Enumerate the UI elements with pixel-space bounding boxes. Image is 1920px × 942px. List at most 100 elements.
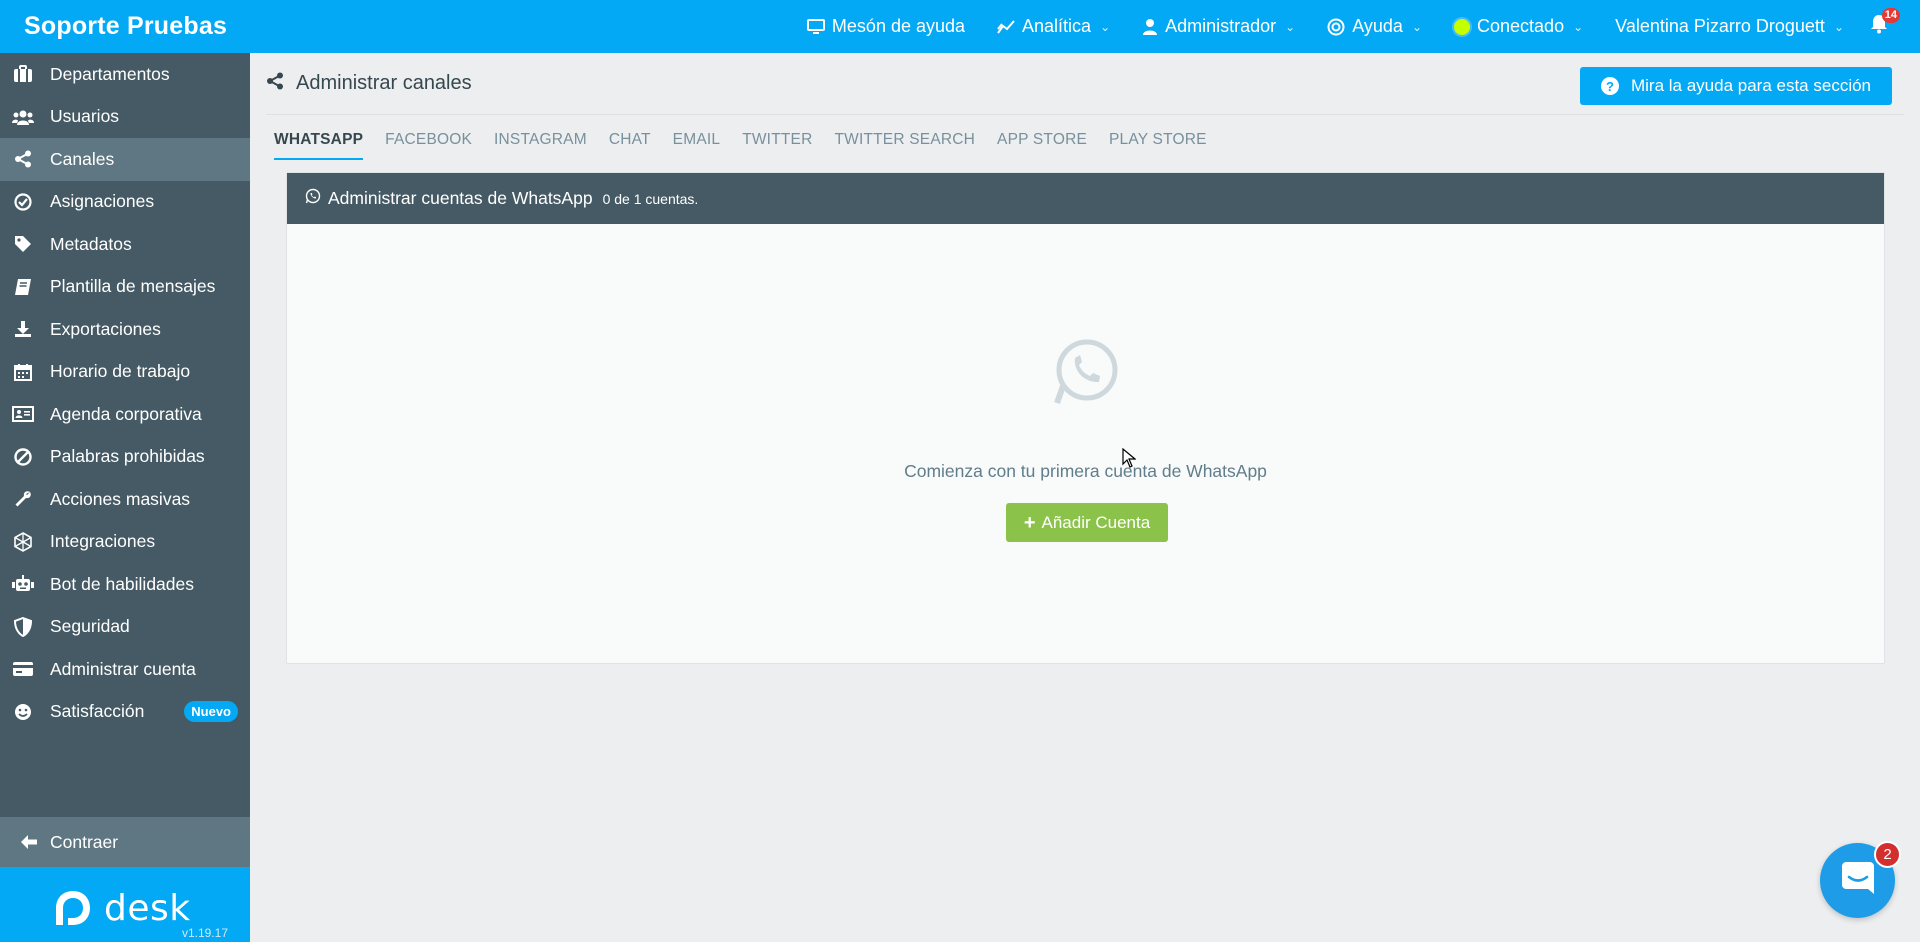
nav-admin-label: Administrador xyxy=(1165,16,1277,36)
nav-user-label: Valentina Pizarro Droguett xyxy=(1615,16,1825,36)
plus-icon: + xyxy=(1023,511,1036,534)
top-nav: Mesón de ayuda Analítica ⌄ Administrador… xyxy=(791,0,1920,53)
sidebar-item-label: Asignaciones xyxy=(50,191,155,212)
chevron-down-icon: ⌄ xyxy=(1100,19,1111,34)
sidebar-item-integraciones[interactable]: Integraciones xyxy=(0,521,250,564)
ban-icon xyxy=(12,446,34,468)
smile-icon xyxy=(12,701,34,723)
add-account-button[interactable]: + Añadir Cuenta xyxy=(1006,503,1168,542)
panel-title: Administrar cuentas de WhatsApp xyxy=(328,188,593,208)
sidebar-item-palabras[interactable]: Palabras prohibidas xyxy=(0,436,250,479)
desk-logo-icon xyxy=(56,891,90,925)
sidebar-item-label: Agenda corporativa xyxy=(50,403,202,424)
section-help-label: Mira la ayuda para esta sección xyxy=(1630,76,1872,95)
brand-title[interactable]: Soporte Pruebas xyxy=(0,12,250,41)
briefcase-icon xyxy=(12,63,34,85)
download-icon xyxy=(12,318,34,340)
sidebar-footer: desk v1.19.17 xyxy=(0,867,250,942)
sidebar-item-usuarios[interactable]: Usuarios xyxy=(0,96,250,139)
tab-chat[interactable]: CHAT xyxy=(598,131,662,160)
credit-card-icon xyxy=(12,658,34,680)
accounts-count: 0 de 1 cuentas. xyxy=(602,190,699,207)
network-icon xyxy=(12,531,34,553)
whatsapp-icon xyxy=(305,188,321,209)
top-bar: Soporte Pruebas Mesón de ayuda Analítica… xyxy=(0,0,1920,53)
life-ring-icon xyxy=(1327,18,1345,36)
sidebar-item-label: Seguridad xyxy=(50,616,130,637)
tab-email[interactable]: EMAIL xyxy=(662,131,732,160)
nav-help-label: Ayuda xyxy=(1352,16,1403,36)
add-account-label: Añadir Cuenta xyxy=(1041,512,1151,532)
sidebar-item-acciones[interactable]: Acciones masivas xyxy=(0,478,250,521)
chevron-down-icon: ⌄ xyxy=(1411,19,1423,34)
sidebar-item-label: Acciones masivas xyxy=(50,488,191,509)
new-badge: Nuevo xyxy=(184,701,238,723)
sidebar-item-departamentos[interactable]: Departamentos xyxy=(0,53,250,96)
tab-twitter[interactable]: TWITTER xyxy=(731,131,823,160)
tab-instagram[interactable]: INSTAGRAM xyxy=(483,131,598,160)
nav-helpdesk-label: Mesón de ayuda xyxy=(831,16,966,36)
sidebar-item-seguridad[interactable]: Seguridad xyxy=(0,606,250,649)
sidebar-item-bot[interactable]: Bot de habilidades xyxy=(0,563,250,606)
tag-icon xyxy=(12,233,34,255)
empty-state: Comienza con tu primera cuenta de WhatsA… xyxy=(287,224,1884,663)
nav-user[interactable]: Valentina Pizarro Droguett ⌄ xyxy=(1599,0,1860,53)
nav-status[interactable]: Conectado ⌄ xyxy=(1438,0,1599,53)
question-circle-icon: ? xyxy=(1600,77,1619,95)
tab-facebook[interactable]: FACEBOOK xyxy=(374,131,483,160)
sidebar-item-label: Integraciones xyxy=(50,531,156,552)
page-header: Administrar canales ? Mira la ayuda para… xyxy=(266,53,1904,115)
tab-app-store[interactable]: APP STORE xyxy=(986,131,1098,160)
chevron-down-icon: ⌄ xyxy=(1573,19,1584,34)
panel-header: Administrar cuentas de WhatsApp 0 de 1 c… xyxy=(287,173,1884,224)
channel-tabs: WHATSAPP FACEBOOK INSTAGRAM CHAT EMAIL T… xyxy=(274,131,1218,160)
share-icon xyxy=(12,148,34,170)
tab-twitter-search[interactable]: TWITTER SEARCH xyxy=(823,131,986,160)
notifications-button[interactable]: 14 xyxy=(1860,0,1906,53)
sidebar-item-agenda[interactable]: Agenda corporativa xyxy=(0,393,250,436)
mouse-cursor-icon xyxy=(1122,447,1137,473)
book-icon xyxy=(12,276,34,298)
chat-unread-badge: 2 xyxy=(1874,841,1901,868)
check-circle-icon xyxy=(12,191,34,213)
sidebar-item-horario[interactable]: Horario de trabajo xyxy=(0,351,250,394)
sidebar-item-asignaciones[interactable]: Asignaciones xyxy=(0,181,250,224)
empty-state-text: Comienza con tu primera cuenta de WhatsA… xyxy=(904,461,1267,481)
sidebar-item-label: Usuarios xyxy=(50,106,120,127)
sidebar-item-label: Departamentos xyxy=(50,63,170,84)
chevron-down-icon: ⌄ xyxy=(1833,19,1844,34)
sidebar-item-exportaciones[interactable]: Exportaciones xyxy=(0,308,250,351)
arrow-left-icon xyxy=(18,831,40,853)
sidebar-item-administrar-cuenta[interactable]: Administrar cuenta xyxy=(0,648,250,691)
collapse-sidebar-button[interactable]: Contraer xyxy=(0,817,250,867)
share-icon xyxy=(266,72,284,95)
sidebar-item-canales[interactable]: Canales xyxy=(0,138,250,181)
main-content: Administrar canales ? Mira la ayuda para… xyxy=(250,53,1920,942)
nav-helpdesk[interactable]: Mesón de ayuda xyxy=(791,0,981,53)
sidebar-item-label: Plantilla de mensajes xyxy=(50,276,216,297)
tab-play-store[interactable]: PLAY STORE xyxy=(1098,131,1218,160)
nav-analytics[interactable]: Analítica ⌄ xyxy=(981,0,1126,53)
user-tie-icon xyxy=(1142,18,1158,35)
sidebar-item-plantilla[interactable]: Plantilla de mensajes xyxy=(0,266,250,309)
shield-icon xyxy=(12,616,34,638)
sidebar-item-satisfaccion[interactable]: Satisfacción Nuevo xyxy=(0,691,250,734)
robot-icon xyxy=(12,573,34,595)
desk-logo: desk xyxy=(52,887,191,929)
sidebar-item-label: Metadatos xyxy=(50,233,132,254)
nav-admin[interactable]: Administrador ⌄ xyxy=(1126,0,1311,53)
sidebar-item-metadatos[interactable]: Metadatos xyxy=(0,223,250,266)
sidebar-item-label: Canales xyxy=(50,148,115,169)
tab-whatsapp[interactable]: WHATSAPP xyxy=(274,131,364,160)
sidebar-menu: Departamentos Usuarios Canales Asignacio… xyxy=(0,53,250,733)
nav-help[interactable]: Ayuda ⌄ xyxy=(1311,0,1438,53)
chat-bubble-icon xyxy=(1840,860,1876,901)
section-help-button[interactable]: ? Mira la ayuda para esta sección xyxy=(1580,67,1892,105)
chart-line-icon xyxy=(997,19,1015,35)
calendar-icon xyxy=(12,361,34,383)
collapse-label: Contraer xyxy=(50,831,119,852)
chevron-down-icon: ⌄ xyxy=(1285,19,1296,34)
sidebar-item-label: Bot de habilidades xyxy=(50,573,194,594)
sidebar-item-label: Exportaciones xyxy=(50,318,161,339)
nav-status-label: Conectado xyxy=(1477,16,1565,36)
